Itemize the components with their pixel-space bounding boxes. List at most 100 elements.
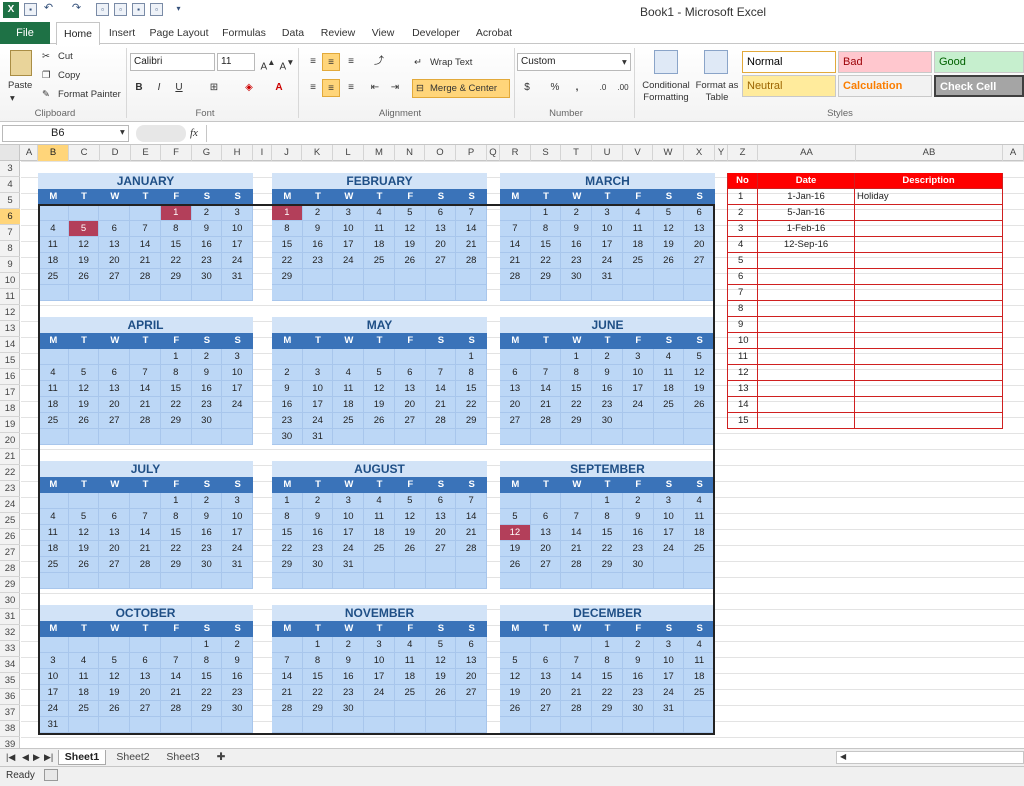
day-cell[interactable] <box>530 493 562 509</box>
day-cell[interactable]: 5 <box>500 653 531 669</box>
column-header[interactable]: A <box>21 145 38 161</box>
day-cell[interactable]: 7 <box>456 493 488 509</box>
day-cell[interactable]: 18 <box>333 397 365 413</box>
day-cell[interactable]: 14 <box>425 381 457 397</box>
day-cell[interactable]: 6 <box>684 205 716 221</box>
cut-icon[interactable]: ✂ <box>42 51 50 62</box>
day-cell[interactable] <box>653 413 685 429</box>
day-cell[interactable]: 9 <box>191 221 223 237</box>
day-cell[interactable] <box>684 269 716 285</box>
column-header[interactable]: P <box>456 145 487 161</box>
day-cell[interactable]: 29 <box>302 701 334 717</box>
day-cell[interactable]: 20 <box>99 253 131 269</box>
day-cell[interactable]: 10 <box>38 669 69 685</box>
day-cell[interactable]: 10 <box>222 365 254 381</box>
comma-style-icon[interactable]: , <box>568 79 586 97</box>
day-cell[interactable] <box>68 349 100 365</box>
day-cell[interactable]: 12 <box>394 221 426 237</box>
row-header[interactable]: 26 <box>0 529 20 545</box>
column-header[interactable]: D <box>100 145 131 161</box>
day-cell[interactable]: 2 <box>302 205 334 221</box>
day-cell[interactable]: 28 <box>425 413 457 429</box>
day-cell[interactable]: 1 <box>456 349 488 365</box>
day-cell[interactable]: 8 <box>530 221 562 237</box>
holiday-date-cell[interactable] <box>758 365 855 381</box>
day-cell[interactable] <box>130 349 161 365</box>
day-cell[interactable]: 4 <box>684 493 716 509</box>
day-cell[interactable] <box>272 717 303 733</box>
day-cell[interactable]: 30 <box>222 701 254 717</box>
holiday-description-cell[interactable] <box>855 253 1003 269</box>
day-cell[interactable]: 19 <box>68 541 100 557</box>
align-bottom-icon[interactable]: ≡ <box>342 53 360 71</box>
day-cell[interactable]: 23 <box>592 397 623 413</box>
day-cell[interactable]: 3 <box>222 493 254 509</box>
borders-icon[interactable]: ⊞ <box>205 79 223 97</box>
row-header[interactable]: 9 <box>0 257 20 273</box>
day-cell[interactable]: 20 <box>394 397 426 413</box>
day-cell[interactable]: 26 <box>653 253 685 269</box>
day-cell[interactable]: 25 <box>38 269 69 285</box>
day-cell[interactable]: 31 <box>653 701 685 717</box>
row-header[interactable]: 12 <box>0 305 20 321</box>
day-cell[interactable]: 9 <box>191 365 223 381</box>
day-cell[interactable]: 2 <box>222 637 254 653</box>
day-cell[interactable] <box>684 429 716 445</box>
insert-function-icon[interactable]: fx <box>190 127 198 139</box>
day-cell[interactable] <box>425 429 457 445</box>
font-color-icon[interactable]: A <box>270 79 288 97</box>
next-sheet-nav-icon[interactable]: ▶ <box>33 752 40 763</box>
day-cell[interactable] <box>272 573 303 589</box>
day-cell[interactable]: 18 <box>38 541 69 557</box>
font-size-box[interactable]: 11 <box>217 53 255 71</box>
holiday-day-cell[interactable]: 1 <box>272 205 303 221</box>
day-cell[interactable] <box>653 429 685 445</box>
new-document-icon[interactable]: ▫ <box>114 3 127 16</box>
row-header[interactable]: 15 <box>0 353 20 369</box>
day-cell[interactable]: 7 <box>561 653 593 669</box>
day-cell[interactable]: 30 <box>561 269 593 285</box>
day-cell[interactable] <box>622 573 654 589</box>
day-cell[interactable]: 20 <box>425 237 457 253</box>
tab-data[interactable]: Data <box>278 22 308 44</box>
day-cell[interactable]: 11 <box>364 221 395 237</box>
day-cell[interactable]: 11 <box>684 653 716 669</box>
day-cell[interactable]: 28 <box>456 253 488 269</box>
column-header[interactable]: B <box>38 145 69 161</box>
day-cell[interactable]: 14 <box>500 237 531 253</box>
day-cell[interactable] <box>622 269 654 285</box>
conditional-formatting-button[interactable]: Conditional Formatting <box>640 80 692 104</box>
row-header[interactable]: 34 <box>0 657 20 673</box>
day-cell[interactable]: 3 <box>333 493 365 509</box>
day-cell[interactable] <box>222 717 254 733</box>
day-cell[interactable]: 5 <box>653 205 685 221</box>
decrease-indent-icon[interactable]: ⇤ <box>366 79 384 97</box>
day-cell[interactable] <box>38 493 69 509</box>
day-cell[interactable]: 29 <box>592 701 623 717</box>
day-cell[interactable] <box>160 573 192 589</box>
day-cell[interactable] <box>191 429 223 445</box>
name-box[interactable]: B6 <box>2 125 129 142</box>
day-cell[interactable] <box>222 413 254 429</box>
day-cell[interactable]: 27 <box>99 269 131 285</box>
day-cell[interactable] <box>364 701 395 717</box>
day-cell[interactable] <box>456 701 488 717</box>
day-cell[interactable]: 22 <box>302 685 334 701</box>
day-cell[interactable]: 7 <box>130 221 161 237</box>
day-cell[interactable]: 28 <box>561 557 593 573</box>
day-cell[interactable]: 2 <box>592 349 623 365</box>
day-cell[interactable]: 10 <box>333 221 365 237</box>
redo-icon[interactable]: ↷ <box>70 3 83 16</box>
day-cell[interactable] <box>530 573 562 589</box>
holiday-no-cell[interactable]: 5 <box>727 253 758 269</box>
day-cell[interactable]: 15 <box>272 525 303 541</box>
day-cell[interactable]: 28 <box>272 701 303 717</box>
day-cell[interactable]: 21 <box>561 541 593 557</box>
day-cell[interactable] <box>592 285 623 301</box>
day-cell[interactable]: 18 <box>653 381 685 397</box>
format-painter-icon[interactable]: ✎ <box>42 89 50 100</box>
day-cell[interactable]: 28 <box>130 557 161 573</box>
day-cell[interactable]: 26 <box>364 413 395 429</box>
day-cell[interactable]: 29 <box>191 701 223 717</box>
day-cell[interactable]: 22 <box>561 397 593 413</box>
